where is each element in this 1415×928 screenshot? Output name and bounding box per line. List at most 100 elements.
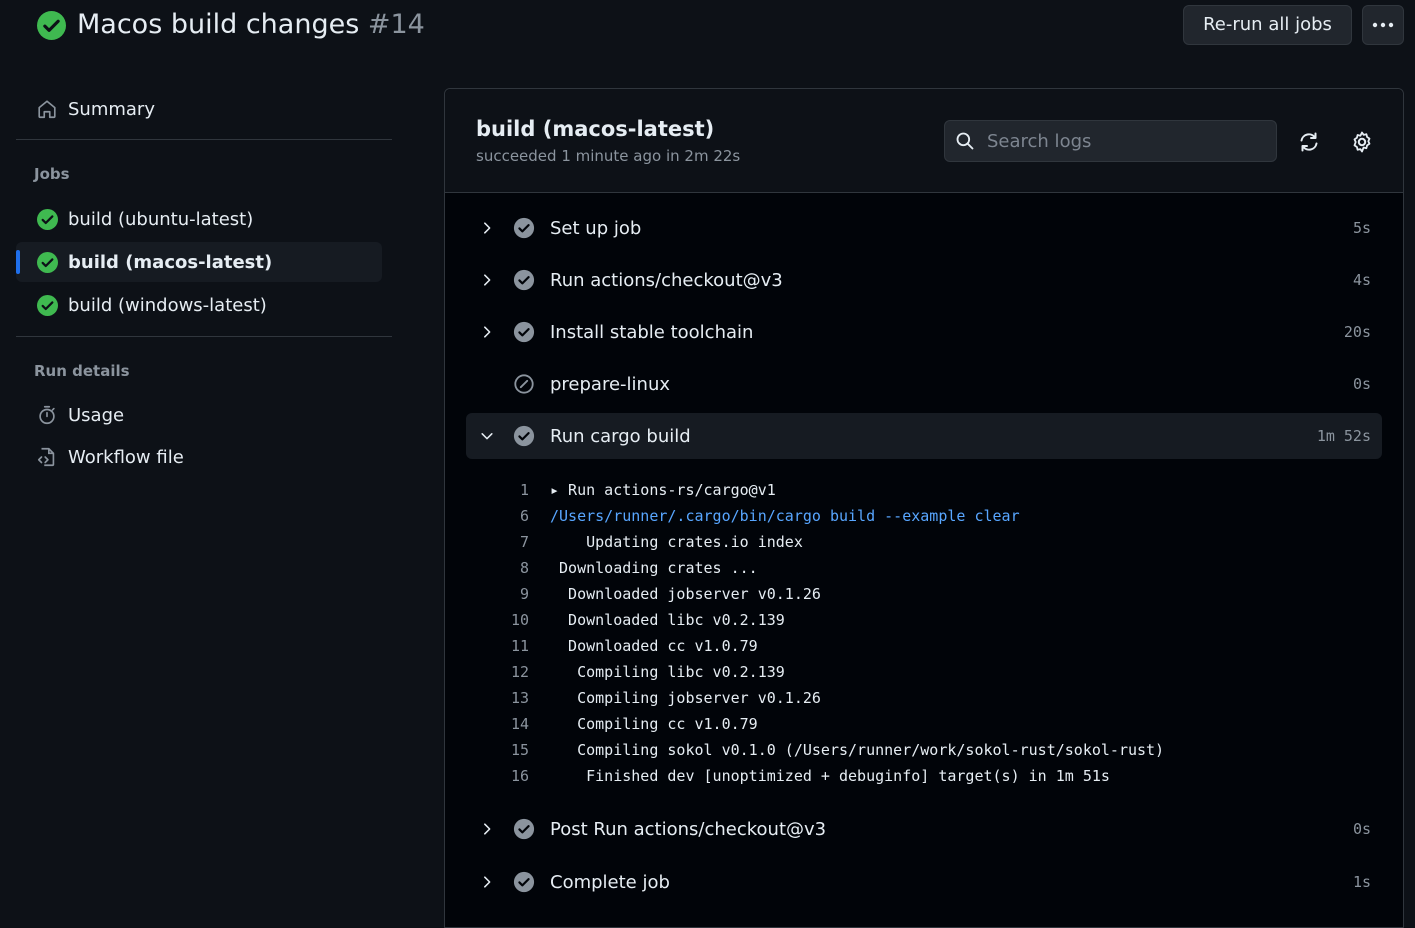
- gear-icon: [1353, 131, 1371, 153]
- log-line: 7 Updating crates.io index: [505, 529, 1385, 555]
- log-line-text: ▸ Run actions-rs/cargo@v1: [550, 481, 776, 499]
- job-title: build (macos-latest): [476, 117, 715, 141]
- step-duration: 4s: [1352, 271, 1371, 289]
- step-success-icon: [513, 217, 535, 239]
- log-line: 16 Finished dev [unoptimized + debuginfo…: [505, 763, 1385, 789]
- step-name: Post Run actions/checkout@v3: [550, 818, 827, 840]
- step-set-up-job[interactable]: Set up job 5s: [466, 205, 1382, 251]
- sidebar-item-summary[interactable]: Summary: [16, 89, 382, 129]
- log-line-number[interactable]: 16: [505, 763, 529, 789]
- sidebar-item-label: build (windows-latest): [68, 294, 267, 316]
- kebab-horizontal-icon: [1372, 22, 1394, 28]
- step-name: Run actions/checkout@v3: [550, 269, 783, 291]
- jobs-heading: Jobs: [34, 165, 70, 183]
- step-run-cargo-build[interactable]: Run cargo build 1m 52s: [466, 413, 1382, 459]
- step-name: Set up job: [550, 217, 642, 239]
- stopwatch-icon: [36, 404, 58, 426]
- chevron-down-icon: [477, 426, 497, 446]
- sidebar-item-usage[interactable]: Usage: [16, 395, 382, 435]
- log-line-text: Compiling cc v1.0.79: [550, 715, 758, 733]
- sidebar-item-label: Usage: [68, 404, 125, 426]
- log-line: 13 Compiling jobserver v0.1.26: [505, 685, 1385, 711]
- step-success-icon: [513, 269, 535, 291]
- step-name: prepare-linux: [550, 373, 671, 395]
- log-line-number[interactable]: 13: [505, 685, 529, 711]
- step-name: Run cargo build: [550, 425, 691, 447]
- active-indicator: [16, 250, 20, 274]
- log-line-number[interactable]: 12: [505, 659, 529, 685]
- more-options-button[interactable]: [1362, 5, 1404, 45]
- rerun-all-jobs-button[interactable]: Re-run all jobs: [1183, 5, 1352, 45]
- log-line-text: Downloading crates ...: [550, 559, 758, 577]
- step-duration: 5s: [1352, 219, 1371, 237]
- log-line: 6/Users/runner/.cargo/bin/cargo build --…: [505, 503, 1385, 529]
- page-title: Macos build changes #14: [77, 8, 425, 42]
- step-duration: 1m 52s: [1316, 427, 1371, 445]
- step-name: Install stable toolchain: [550, 321, 754, 343]
- log-line-number[interactable]: 9: [505, 581, 529, 607]
- settings-button[interactable]: [1349, 129, 1375, 155]
- sidebar-divider: [16, 336, 392, 337]
- step-success-icon: [513, 818, 535, 840]
- chevron-right-icon: [477, 872, 497, 892]
- search-icon: [956, 132, 974, 150]
- log-line: 12 Compiling libc v0.2.139: [505, 659, 1385, 685]
- search-logs-box[interactable]: [944, 120, 1277, 162]
- step-complete-job[interactable]: Complete job 1s: [466, 859, 1382, 905]
- step-duration: 20s: [1343, 323, 1371, 341]
- step-duration: 0s: [1352, 820, 1371, 838]
- log-line-text: Finished dev [unoptimized + debuginfo] t…: [550, 767, 1110, 785]
- sidebar-divider: [16, 139, 392, 140]
- job-header: build (macos-latest) succeeded 1 minute …: [445, 89, 1403, 193]
- log-line-number[interactable]: 7: [505, 529, 529, 555]
- chevron-placeholder: [477, 374, 497, 394]
- step-checkout[interactable]: Run actions/checkout@v3 4s: [466, 257, 1382, 303]
- step-prepare-linux[interactable]: prepare-linux 0s: [466, 361, 1382, 407]
- sidebar-item-job-ubuntu[interactable]: build (ubuntu-latest): [16, 199, 382, 239]
- run-number: #14: [367, 9, 425, 40]
- sidebar-item-label: Summary: [68, 98, 155, 120]
- log-line-text: Compiling sokol v0.1.0 (/Users/runner/wo…: [550, 741, 1165, 759]
- log-line: 9 Downloaded jobserver v0.1.26: [505, 581, 1385, 607]
- step-post-checkout[interactable]: Post Run actions/checkout@v3 0s: [466, 806, 1382, 852]
- log-line-number[interactable]: 8: [505, 555, 529, 581]
- chevron-right-icon: [477, 218, 497, 238]
- log-line-number[interactable]: 6: [505, 503, 529, 529]
- job-status-summary: succeeded 1 minute ago in 2m 22s: [476, 147, 741, 165]
- sidebar-item-label: build (ubuntu-latest): [68, 208, 254, 230]
- log-line-number[interactable]: 11: [505, 633, 529, 659]
- job-log-panel: build (macos-latest) succeeded 1 minute …: [444, 88, 1404, 928]
- run-title: Macos build changes: [77, 9, 360, 40]
- sidebar-item-workflow-file[interactable]: Workflow file: [16, 437, 382, 477]
- log-line: 10 Downloaded libc v0.2.139: [505, 607, 1385, 633]
- step-name: Complete job: [550, 871, 670, 893]
- run-header: Macos build changes #14 Re-run all jobs: [0, 0, 1415, 56]
- step-install-toolchain[interactable]: Install stable toolchain 20s: [466, 309, 1382, 355]
- run-details-heading: Run details: [34, 362, 130, 380]
- sidebar-item-label: Workflow file: [68, 446, 184, 468]
- chevron-right-icon: [477, 270, 497, 290]
- log-line-number[interactable]: 1: [505, 477, 529, 503]
- sidebar-item-label: build (macos-latest): [68, 251, 273, 273]
- log-line: 15 Compiling sokol v0.1.0 (/Users/runner…: [505, 737, 1385, 763]
- log-line-text: Downloaded cc v1.0.79: [550, 637, 758, 655]
- log-line: 11 Downloaded cc v1.0.79: [505, 633, 1385, 659]
- sidebar-item-job-windows[interactable]: build (windows-latest): [16, 285, 382, 325]
- search-logs-input[interactable]: [985, 129, 1265, 153]
- refresh-button[interactable]: [1296, 129, 1322, 155]
- log-line-number[interactable]: 10: [505, 607, 529, 633]
- log-line-number[interactable]: 14: [505, 711, 529, 737]
- success-check-icon: [36, 251, 58, 273]
- step-success-icon: [513, 321, 535, 343]
- sidebar-item-job-macos[interactable]: build (macos-latest): [16, 242, 382, 282]
- log-line-text: Updating crates.io index: [550, 533, 803, 551]
- log-line-text: Compiling jobserver v0.1.26: [550, 689, 821, 707]
- home-icon: [36, 98, 58, 120]
- step-duration: 0s: [1352, 375, 1371, 393]
- success-check-icon: [37, 11, 66, 40]
- log-line-text: Downloaded libc v0.2.139: [550, 611, 785, 629]
- step-success-icon: [513, 871, 535, 893]
- success-check-icon: [36, 294, 58, 316]
- step-success-icon: [513, 425, 535, 447]
- log-line-number[interactable]: 15: [505, 737, 529, 763]
